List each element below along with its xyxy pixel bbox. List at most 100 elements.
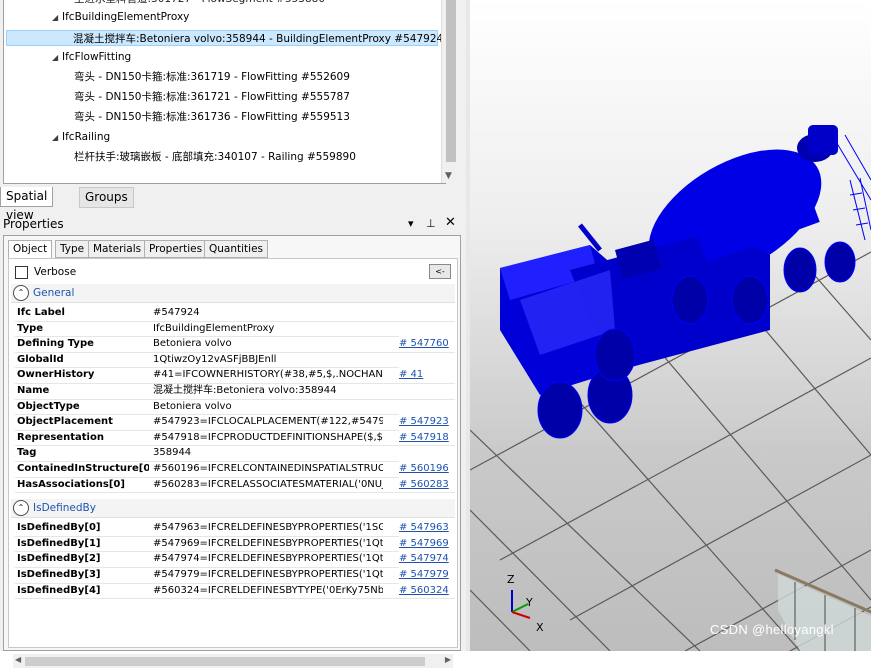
property-value: #547963=IFCRELDEFINESBYPROPERTIES('1SG8G… [153,522,383,534]
tree-item[interactable]: 弯头 - DN150卡箍:标准:361721 - FlowFitting #55… [74,88,350,106]
property-link[interactable]: # 560196 [399,461,455,477]
model-tree: 主进水塑料管道:301727 - FlowSegment #553880 ◢If… [3,0,446,184]
tree-item[interactable]: 弯头 - DN150卡箍:标准:361719 - FlowFitting #55… [74,68,350,86]
property-value: Betoniera volvo [153,338,232,350]
hscroll-thumb[interactable] [25,657,425,666]
tab-materials[interactable]: Materials [88,240,147,258]
tree-item-label: IfcBuildingElementProxy [62,11,190,23]
property-link[interactable]: # 547918 [399,429,455,446]
tab-type[interactable]: Type [55,240,90,258]
section-title: IsDefinedBy [33,502,96,515]
checkbox-box[interactable] [15,265,28,279]
property-link[interactable]: # 41 [399,367,455,383]
x-axis-line [511,611,531,619]
property-row: Ifc Label #547924 [15,305,455,322]
property-key: Ifc Label [17,307,65,318]
property-key: HasAssociations[0] [17,478,125,490]
collapse-chevron-icon[interactable]: ⌃ [13,500,29,517]
scroll-down-icon[interactable]: ▼ [445,171,452,181]
property-value: 1QtiwzOy12vASFjBBJEnll [153,353,277,365]
property-grid: Verbose <- ⌃ General Ifc Label #547924 Type I… [8,258,458,668]
property-link[interactable]: # 547974 [399,551,455,567]
close-icon[interactable]: ✕ [445,215,456,230]
property-key: IsDefinedBy[1] [17,537,101,549]
property-link[interactable]: # 547979 [399,567,455,583]
expand-arrow-icon[interactable]: ◢ [52,129,62,147]
pin-icon[interactable]: ⊥ [426,217,436,230]
property-key: IsDefinedBy[0] [17,522,101,534]
property-value: 混凝土搅拌车:Betoniera volvo:358944 [153,385,337,396]
scroll-left-icon[interactable]: ◀ [15,655,21,664]
tab-object[interactable]: Object [8,240,53,259]
property-row: Tag 358944 [15,445,455,462]
dropdown-icon[interactable]: ▾ [408,217,414,230]
property-row: Name 混凝土搅拌车:Betoniera volvo:358944 [15,383,455,400]
tree-item-label: 混凝土搅拌车:Betoniera volvo:358944 - Building… [73,33,444,45]
tree-group-item[interactable]: ◢ IfcRailing [52,128,110,146]
property-key: Defining Type [17,338,94,350]
property-key: Tag [17,447,37,459]
property-key: IsDefinedBy[3] [17,569,101,580]
tree-item[interactable]: 混凝土搅拌车:Betoniera volvo:358944 - Building… [6,30,443,46]
property-value: Betoniera volvo [153,400,232,412]
property-link[interactable]: # 547760 [399,336,455,352]
tab-groups[interactable]: Groups [79,187,134,208]
tree-group-item[interactable]: ◢ IfcFlowFitting [52,48,131,66]
tab-spatial-view[interactable]: Spatial view [0,187,54,222]
tree-item-label: 弯头 - DN150卡箍:标准:361721 - FlowFitting #55… [74,91,350,103]
property-link[interactable]: # 547969 [399,535,455,552]
property-value: #547924 [153,307,200,318]
property-row: IsDefinedBy[3] #547979=IFCRELDEFINESBYPRO… [15,567,455,584]
property-key: ObjectType [17,400,80,412]
tree-scrollbar[interactable]: ▼ [441,0,459,183]
property-value: 358944 [153,447,192,459]
ladder-wireframe [834,134,871,241]
property-row: IsDefinedBy[4] #560324=IFCRELDEFINESBYTYP… [15,582,455,600]
scroll-right-icon[interactable]: ▶ [445,655,451,664]
property-key: IsDefinedBy[4] [17,584,101,596]
scroll-thumb[interactable] [446,0,456,162]
property-value: #41=IFCOWNERHISTORY(#38,#5,$,.NOCHANGE.,… [153,369,383,381]
property-value: #547974=IFCRELDEFINESBYPROPERTIES('1Qtiw… [153,553,383,565]
tree-item[interactable]: 弯头 - DN150卡箍:标准:361736 - FlowFitting #55… [74,108,350,126]
property-key: Representation [17,431,104,443]
property-row: IsDefinedBy[0] #547963=IFCRELDEFINESBYPRO… [15,520,455,537]
property-link[interactable]: # 547923 [399,414,455,430]
properties-panel: Object Type Materials Properties Quantit… [3,235,461,668]
section-title: General [33,287,75,299]
verbose-label: Verbose [34,266,77,278]
section-header[interactable]: ⌃ General [11,284,455,303]
property-key: ObjectPlacement [17,416,113,428]
tree-item[interactable]: 栏杆扶手:玻璃嵌板 - 底部填充:340107 - Railing #55989… [74,148,356,166]
tree-item-label: 栏杆扶手:玻璃嵌板 - 底部填充:340107 - Railing #55989… [74,151,356,163]
property-row: IsDefinedBy[1] #547969=IFCRELDEFINESBYPRO… [15,535,455,553]
tab-properties[interactable]: Properties [144,240,208,258]
tab-quantities[interactable]: Quantities [204,240,269,258]
tree-group-item[interactable]: ◢ IfcBuildingElementProxy [52,8,189,26]
tree-item-label: IfcRailing [62,131,111,143]
property-link[interactable]: # 560283 [399,476,455,493]
3d-viewport[interactable]: Z Y X CSDN @helloyangkl [470,0,871,651]
property-link[interactable]: # 547963 [399,520,455,536]
verbose-checkbox[interactable]: Verbose [15,265,76,279]
collapse-button[interactable]: <- [429,264,451,279]
property-key: ContainedInStructure[0] [17,463,149,474]
expand-arrow-icon[interactable]: ◢ [52,49,62,67]
expand-arrow-icon[interactable]: ◢ [52,9,62,27]
horizontal-scrollbar[interactable]: ◀ ▶ [13,654,453,668]
axis-gizmo: Z Y X [507,573,544,634]
property-row: ContainedInStructure[0] #560196=IFCRELCON… [15,461,455,478]
property-row: Representation #547918=IFCPRODUCTDEFINITI… [15,429,455,447]
tree-item-partial[interactable]: 主进水塑料管道:301727 - FlowSegment #553880 [74,0,325,8]
property-key: Type [17,322,44,334]
property-key: GlobalId [17,353,64,365]
property-link[interactable]: # 560324 [399,582,455,599]
property-value: IfcBuildingElementProxy [153,322,275,334]
property-row: HasAssociations[0] #560283=IFCRELASSOCIAT… [15,476,455,494]
property-row: IsDefinedBy[2] #547974=IFCRELDEFINESBYPRO… [15,551,455,568]
property-value: #560196=IFCRELCONTAINEDINSPATIALSTRUCTUR… [153,463,383,474]
property-row: OwnerHistory #41=IFCOWNERHISTORY(#38,#5,$… [15,367,455,384]
section-header[interactable]: ⌃ IsDefinedBy [11,499,455,519]
collapse-chevron-icon[interactable]: ⌃ [13,285,29,301]
watermark: CSDN @helloyangkl [710,622,834,637]
